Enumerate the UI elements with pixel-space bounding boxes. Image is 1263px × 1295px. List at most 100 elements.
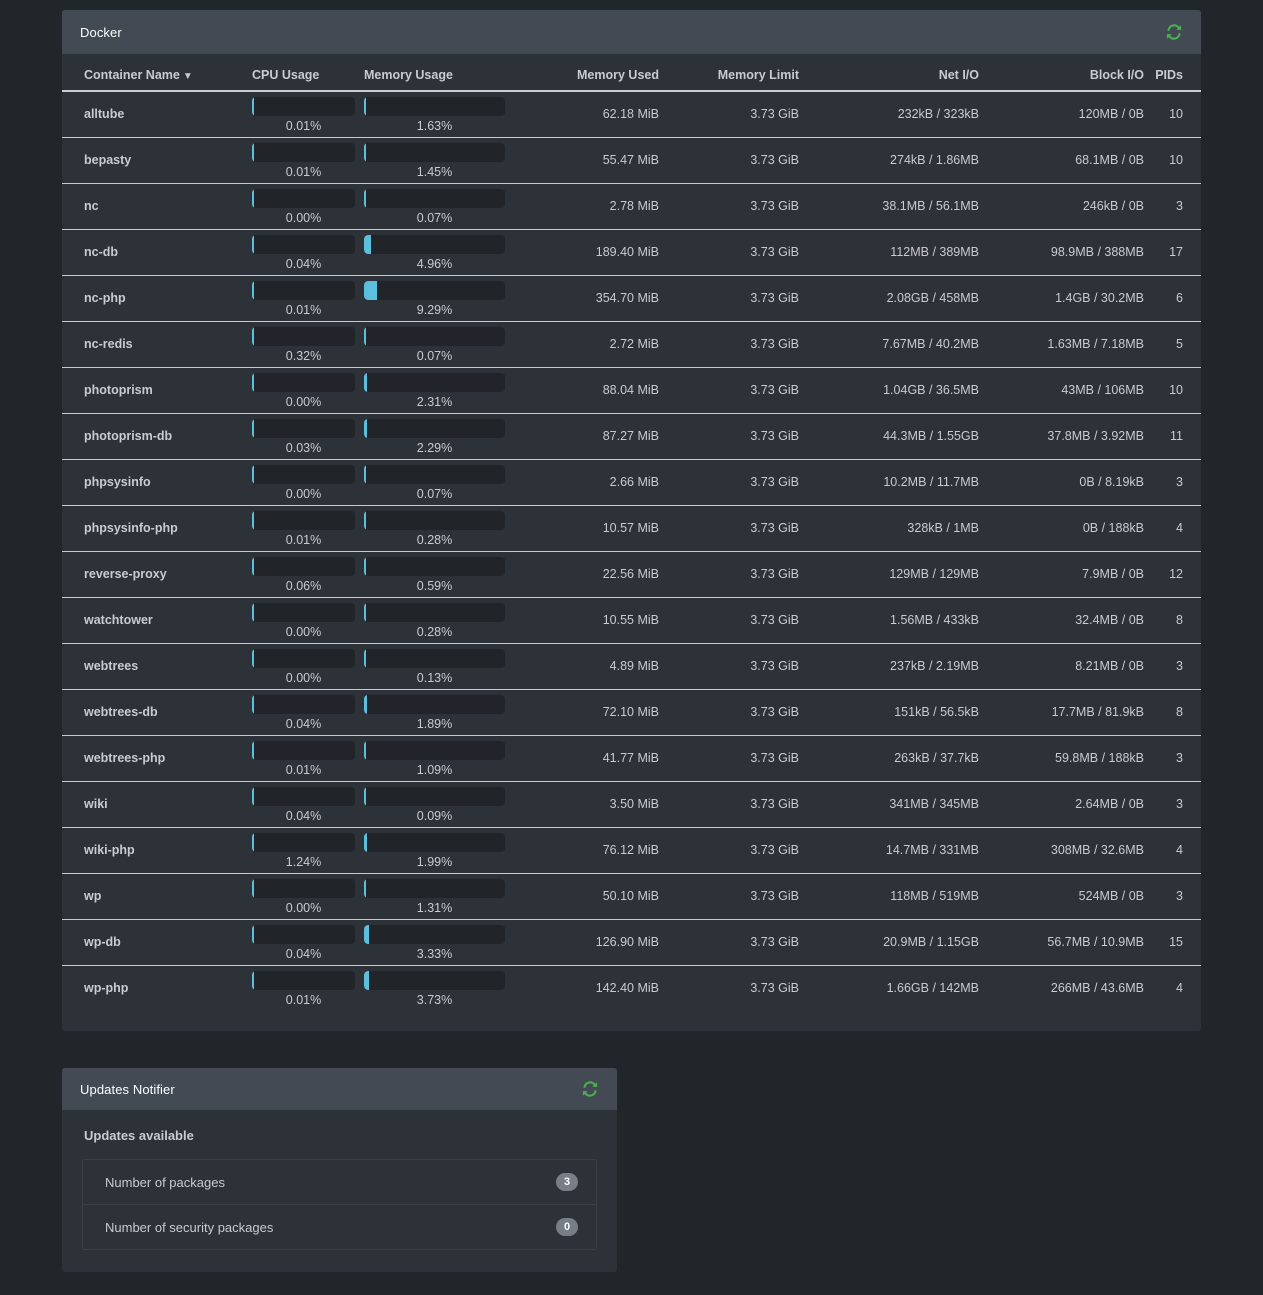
memory-limit-cell: 3.73 GiB xyxy=(659,137,799,184)
container-name: wiki-php xyxy=(84,843,135,857)
memory-usage-cell: 0.09% xyxy=(364,781,514,828)
table-row: wiki-php 1.24% 1.99% 76.12 MiB 3.73 GiB 14.7M… xyxy=(62,827,1201,874)
column-header-memory-usage[interactable]: Memory Usage xyxy=(364,54,514,92)
memory-bar-fill xyxy=(364,695,367,714)
memory-usage-cell: 2.29% xyxy=(364,413,514,460)
column-header-container-name[interactable]: Container Name ▼ xyxy=(62,54,252,92)
container-name: nc-db xyxy=(84,245,119,259)
memory-limit-cell: 3.73 GiB xyxy=(659,413,799,460)
pids-cell: 3 xyxy=(1144,643,1201,690)
cpu-bar-fill xyxy=(252,511,254,530)
cpu-bar-fill xyxy=(252,741,254,760)
net-io-cell: 38.1MB / 56.1MB xyxy=(799,183,979,230)
block-io-cell: 98.9MB / 388MB xyxy=(979,229,1144,276)
net-io-cell: 44.3MB / 1.55GB xyxy=(799,413,979,460)
memory-bar-fill xyxy=(364,649,366,668)
memory-bar-track xyxy=(364,235,505,254)
pids-cell: 6 xyxy=(1144,275,1201,322)
cpu-bar-fill xyxy=(252,419,254,438)
cpu-usage-cell: 0.04% xyxy=(252,229,364,276)
memory-usage-bar: 0.59% xyxy=(364,555,505,593)
table-row: reverse-proxy 0.06% 0.59% 22.56 MiB 3.73 GiB… xyxy=(62,551,1201,598)
memory-usage-bar: 9.29% xyxy=(364,279,505,317)
column-header-cpu-usage[interactable]: CPU Usage xyxy=(252,54,364,92)
pids-cell: 4 xyxy=(1144,827,1201,874)
cpu-bar-track xyxy=(252,741,355,760)
cpu-usage-bar: 0.00% xyxy=(252,647,355,685)
cpu-bar-track xyxy=(252,925,355,944)
cpu-usage-cell: 0.01% xyxy=(252,505,364,552)
table-row: webtrees 0.00% 0.13% 4.89 MiB 3.73 GiB 237kB … xyxy=(62,643,1201,690)
memory-usage-cell: 1.99% xyxy=(364,827,514,874)
cpu-usage-label: 0.06% xyxy=(285,579,322,593)
memory-bar-track xyxy=(364,189,505,208)
memory-bar-fill xyxy=(364,603,366,622)
cpu-bar-track xyxy=(252,695,355,714)
cpu-bar-fill xyxy=(252,971,254,991)
memory-bar-fill xyxy=(364,235,372,254)
column-header-memory-used[interactable]: Memory Used xyxy=(514,54,659,92)
cpu-usage-label: 0.04% xyxy=(285,809,322,823)
container-name: phpsysinfo-php xyxy=(84,521,178,535)
memory-bar-fill xyxy=(364,511,366,530)
memory-bar-track xyxy=(364,97,505,117)
table-body: alltube 0.01% 1.63% 62.18 MiB 3.73 GiB 232kB … xyxy=(62,91,1201,1011)
pids-cell: 15 xyxy=(1144,919,1201,966)
memory-used-cell: 354.70 MiB xyxy=(514,275,659,322)
cpu-usage-label: 0.04% xyxy=(285,947,322,961)
cpu-bar-track xyxy=(252,97,355,117)
column-header-net-io[interactable]: Net I/O xyxy=(799,54,979,92)
memory-usage-label: 9.29% xyxy=(416,303,453,317)
cpu-usage-label: 0.00% xyxy=(285,671,322,685)
memory-limit-cell: 3.73 GiB xyxy=(659,643,799,690)
cpu-usage-bar: 0.01% xyxy=(252,509,355,547)
memory-used-cell: 10.55 MiB xyxy=(514,597,659,644)
memory-used-cell: 2.78 MiB xyxy=(514,183,659,230)
refresh-icon[interactable] xyxy=(1163,21,1185,43)
memory-bar-track xyxy=(364,511,505,530)
cpu-bar-fill xyxy=(252,327,254,346)
memory-bar-fill xyxy=(364,419,368,438)
cpu-usage-label: 1.24% xyxy=(285,855,322,869)
cpu-usage-bar: 0.04% xyxy=(252,923,355,961)
cpu-usage-bar: 0.00% xyxy=(252,371,355,409)
column-header-pids[interactable]: PIDs xyxy=(1144,54,1201,92)
cpu-bar-track xyxy=(252,327,355,346)
memory-usage-label: 0.07% xyxy=(416,211,453,225)
memory-usage-cell: 1.63% xyxy=(364,91,514,138)
column-header-memory-limit[interactable]: Memory Limit xyxy=(659,54,799,92)
memory-usage-cell: 1.89% xyxy=(364,689,514,736)
docker-card-body: Container Name ▼ CPU Usage Memory Usage M… xyxy=(62,54,1201,1031)
memory-limit-cell: 3.73 GiB xyxy=(659,275,799,322)
container-name: webtrees xyxy=(84,659,139,673)
cpu-usage-label: 0.03% xyxy=(285,441,322,455)
list-item-label: Number of security packages xyxy=(105,1219,274,1235)
column-header-block-io[interactable]: Block I/O xyxy=(979,54,1144,92)
memory-used-cell: 55.47 MiB xyxy=(514,137,659,184)
memory-usage-label: 1.63% xyxy=(416,119,453,134)
memory-usage-cell: 3.33% xyxy=(364,919,514,966)
pids-cell: 3 xyxy=(1144,781,1201,828)
table-row: webtrees-php 0.01% 1.09% 41.77 MiB 3.73 GiB 2… xyxy=(62,735,1201,782)
cpu-bar-track xyxy=(252,879,355,898)
pids-cell: 11 xyxy=(1144,413,1201,460)
cpu-usage-label: 0.04% xyxy=(285,257,322,271)
cpu-usage-cell: 0.03% xyxy=(252,413,364,460)
memory-usage-bar: 4.96% xyxy=(364,233,505,271)
memory-bar-track xyxy=(364,695,505,714)
updates-card-header: Updates Notifier xyxy=(62,1068,617,1110)
memory-bar-fill xyxy=(364,879,366,898)
net-io-cell: 14.7MB / 331MB xyxy=(799,827,979,874)
refresh-icon[interactable] xyxy=(579,1078,601,1100)
memory-bar-fill xyxy=(364,833,367,852)
memory-usage-cell: 0.59% xyxy=(364,551,514,598)
block-io-cell: 266MB / 43.6MB xyxy=(1050,981,1144,996)
updates-notifier-card: Updates Notifier Updates available Numbe… xyxy=(62,1068,617,1272)
cpu-bar-fill xyxy=(252,603,254,622)
memory-bar-fill xyxy=(364,741,366,760)
memory-usage-bar: 0.09% xyxy=(364,785,505,823)
net-io-cell: 10.2MB / 11.7MB xyxy=(799,459,979,506)
column-header-container-name-label: Container Name xyxy=(84,68,180,82)
block-io-cell: 17.7MB / 81.9kB xyxy=(979,689,1144,736)
memory-bar-track xyxy=(364,419,505,438)
